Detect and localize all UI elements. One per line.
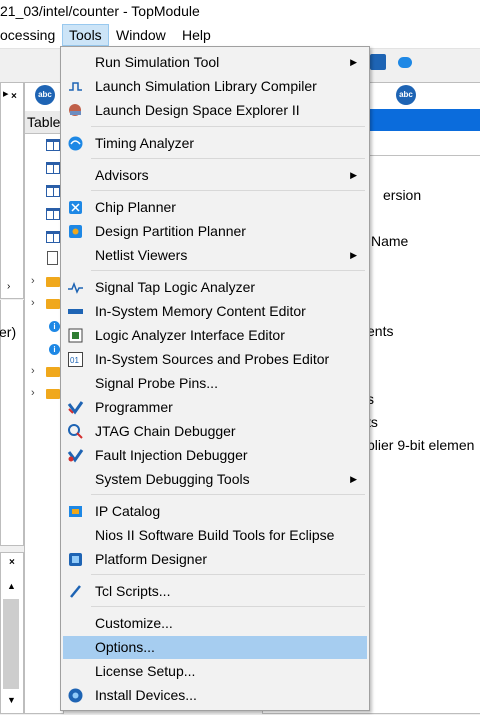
left-lower-panel: er) [0, 300, 24, 546]
menu-advisors[interactable]: Advisors ▶ [63, 164, 367, 187]
menu-bar: ocessing Tools Window Help [0, 22, 480, 49]
sources-probes-icon: 01 [67, 351, 84, 368]
report-text-name: Name [371, 233, 409, 249]
partial-label: er) [0, 324, 17, 340]
close-icon[interactable]: × [9, 557, 15, 568]
menu-timing-analyzer[interactable]: Timing Analyzer [63, 132, 367, 155]
table-icon[interactable] [46, 139, 60, 151]
menu-fault-injection-debugger[interactable]: Fault Injection Debugger [63, 444, 367, 467]
signal-tap-icon [67, 279, 84, 296]
tools-menu: Run Simulation Tool ▶ Launch Simulation … [60, 46, 370, 711]
toolbar-gear-icon[interactable] [370, 54, 386, 70]
menu-install-devices[interactable]: Install Devices... [63, 684, 367, 707]
document-icon[interactable] [47, 251, 58, 265]
separator [91, 574, 365, 575]
menu-netlist-viewers[interactable]: Netlist Viewers ▶ [63, 244, 367, 267]
info-icon: i [49, 344, 60, 355]
expand-icon[interactable]: › [31, 387, 35, 399]
menu-launch-sim-lib-compiler[interactable]: Launch Simulation Library Compiler [63, 75, 367, 98]
menu-signal-tap[interactable]: Signal Tap Logic Analyzer [63, 276, 367, 299]
scroll-down-icon[interactable]: ▼ [7, 695, 16, 705]
separator [91, 126, 365, 127]
platform-designer-icon [67, 551, 84, 568]
folder-icon[interactable] [46, 367, 60, 377]
scroll-up-icon[interactable]: ▲ [7, 581, 16, 591]
separator [91, 190, 365, 191]
ip-catalog-icon [67, 503, 84, 520]
report-text-version: ersion [383, 187, 422, 203]
report-text-elements: ents [367, 323, 394, 339]
table-icon[interactable] [46, 208, 60, 220]
menu-ip-catalog[interactable]: IP Catalog [63, 500, 367, 523]
chip-planner-icon [67, 199, 84, 216]
menu-platform-designer[interactable]: Platform Designer [63, 548, 367, 571]
folder-icon[interactable] [46, 299, 60, 309]
scrollbar-thumb[interactable] [3, 599, 19, 689]
project-navigator-panel: ▸ × › [0, 82, 24, 299]
menu-jtag-chain-debugger[interactable]: JTAG Chain Debugger [63, 420, 367, 443]
menu-customize[interactable]: Customize... [63, 612, 367, 635]
waveform-icon [67, 78, 84, 95]
logic-analyzer-icon [67, 327, 84, 344]
table-header: Table [25, 111, 63, 134]
expand-icon[interactable]: › [31, 275, 35, 287]
scroll-right-icon[interactable]: › [7, 281, 10, 292]
submenu-arrow-icon: ▶ [350, 474, 357, 484]
menu-run-simulation-tool[interactable]: Run Simulation Tool ▶ [63, 51, 367, 74]
expand-icon[interactable]: › [31, 365, 35, 377]
menu-chip-planner[interactable]: Chip Planner [63, 196, 367, 219]
menu-help[interactable]: Help [176, 25, 217, 45]
title-bar: 21_03/intel/counter - TopModule [0, 0, 480, 22]
separator [91, 606, 365, 607]
submenu-arrow-icon: ▶ [350, 250, 357, 260]
chat-icon[interactable] [398, 57, 412, 68]
table-icon[interactable] [46, 162, 60, 174]
table-icon[interactable] [46, 185, 60, 197]
separator [91, 494, 365, 495]
menu-programmer[interactable]: Programmer [63, 396, 367, 419]
jtag-debugger-icon [67, 423, 84, 440]
table-tab-label: Table [27, 114, 61, 130]
menu-license-setup[interactable]: License Setup... [63, 660, 367, 683]
fault-injection-icon [67, 447, 84, 464]
menu-window[interactable]: Window [110, 25, 172, 45]
menu-in-system-sources[interactable]: 01 In-System Sources and Probes Editor [63, 348, 367, 371]
install-devices-icon [67, 687, 84, 704]
menu-tcl-scripts[interactable]: Tcl Scripts... [63, 580, 367, 603]
window-title: 21_03/intel/counter - TopModule [0, 3, 200, 19]
separator [91, 270, 365, 271]
menu-launch-dse[interactable]: Launch Design Space Explorer II [63, 99, 367, 122]
menu-design-partition-planner[interactable]: Design Partition Planner [63, 220, 367, 243]
menu-in-system-memory[interactable]: In-System Memory Content Editor [63, 300, 367, 323]
folder-icon[interactable] [46, 389, 60, 399]
expand-icon[interactable]: › [31, 297, 35, 309]
pin-icon[interactable]: ▸ [3, 87, 9, 100]
partition-planner-icon [67, 223, 84, 240]
separator [91, 158, 365, 159]
info-icon: i [49, 321, 60, 332]
abc-icon[interactable]: abc [396, 85, 416, 105]
table-icon[interactable] [46, 231, 60, 243]
programmer-icon [67, 399, 84, 416]
menu-signal-probe-pins[interactable]: Signal Probe Pins... [63, 372, 367, 395]
tasks-panel: abc Table › › i i › › [24, 82, 64, 714]
submenu-arrow-icon: ▶ [350, 170, 357, 180]
menu-system-debugging-tools[interactable]: System Debugging Tools ▶ [63, 468, 367, 491]
menu-nios-ii[interactable]: Nios II Software Build Tools for Eclipse [63, 524, 367, 547]
explorer-icon [67, 102, 84, 119]
memory-icon [67, 303, 84, 320]
svg-text:01: 01 [70, 356, 79, 365]
folder-icon[interactable] [46, 277, 60, 287]
menu-options[interactable]: Options... [63, 636, 367, 659]
tcl-script-icon [67, 583, 84, 600]
submenu-arrow-icon: ▶ [350, 57, 357, 67]
report-text-multiplier: plier 9-bit elemen [367, 437, 475, 453]
timing-analyzer-icon [67, 135, 84, 152]
close-icon[interactable]: × [11, 91, 17, 102]
abc-icon[interactable]: abc [35, 85, 55, 105]
menu-tools[interactable]: Tools [62, 24, 109, 46]
menu-logic-analyzer-interface[interactable]: Logic Analyzer Interface Editor [63, 324, 367, 347]
menu-processing[interactable]: ocessing [0, 25, 61, 45]
messages-panel: × ▲ ▼ [0, 552, 24, 714]
